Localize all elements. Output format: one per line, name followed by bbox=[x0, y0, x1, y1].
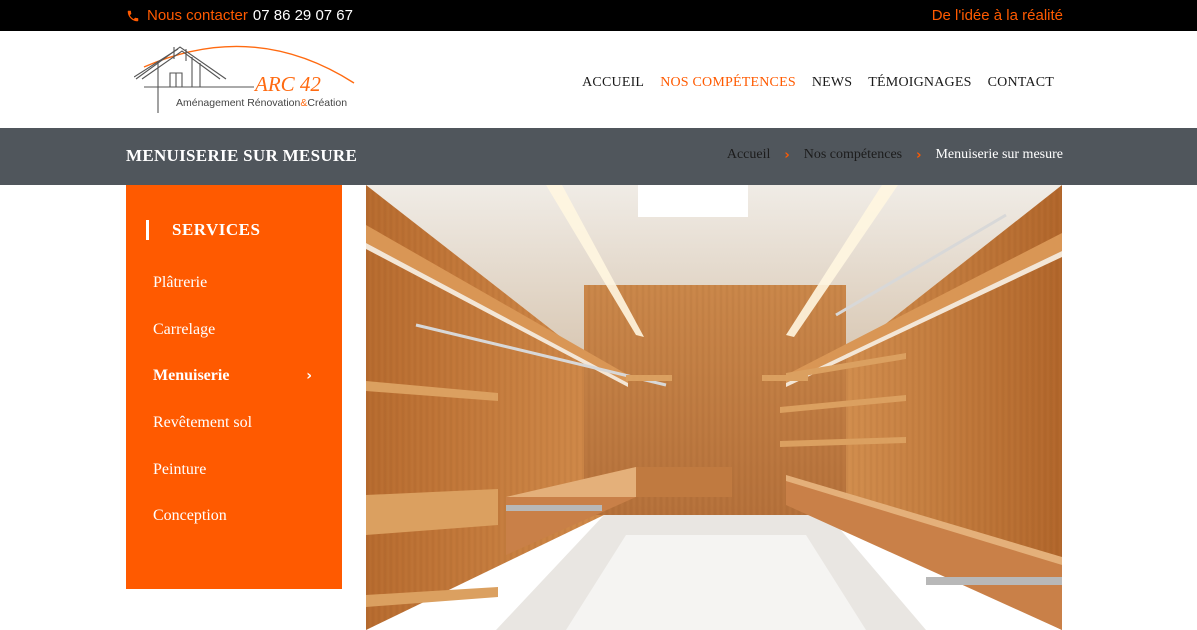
nav-accueil[interactable]: ACCUEIL bbox=[582, 75, 644, 91]
sidebar-heading: SERVICES bbox=[146, 220, 260, 240]
breadcrumb: Accueil › Nos compétences › Menuiserie s… bbox=[727, 147, 1063, 163]
services-list: Plâtrerie Carrelage Menuiserie › Revêteme… bbox=[153, 273, 328, 553]
breadcrumb-nos-competences[interactable]: Nos compétences bbox=[804, 147, 902, 163]
sidebar-item-platrerie[interactable]: Plâtrerie bbox=[153, 273, 328, 320]
sidebar-item-carrelage[interactable]: Carrelage bbox=[153, 320, 328, 367]
page-title: MENUISERIE SUR MESURE bbox=[126, 146, 358, 165]
sidebar-item-label: Peinture bbox=[153, 460, 207, 478]
chevron-right-icon: › bbox=[306, 368, 312, 385]
sidebar-item-label: Revêtement sol bbox=[153, 414, 253, 432]
site-header: ARC 42 Aménagement Rénovation&Création A… bbox=[0, 31, 1197, 128]
sidebar-item-conception[interactable]: Conception bbox=[153, 506, 328, 553]
nav-nos-competences[interactable]: NOS COMPÉTENCES bbox=[660, 75, 796, 91]
dressing-room-photo bbox=[366, 185, 1062, 630]
nav-temoignages[interactable]: TÉMOIGNAGES bbox=[868, 75, 971, 91]
phone-icon bbox=[127, 10, 139, 21]
services-sidebar: SERVICES Plâtrerie Carrelage Menuiserie ›… bbox=[126, 185, 342, 589]
phone-number[interactable]: 07 86 29 07 67 bbox=[253, 7, 353, 24]
sidebar-item-label: Carrelage bbox=[153, 320, 216, 338]
logo-brand: ARC 42 bbox=[255, 72, 321, 96]
sidebar-item-revetement-sol[interactable]: Revêtement sol bbox=[153, 413, 328, 460]
chevron-right-icon: › bbox=[916, 147, 922, 163]
tagline: De l'idée à la réalité bbox=[931, 7, 1063, 24]
contact-link[interactable]: Nous contacter 07 86 29 07 67 bbox=[126, 7, 353, 24]
nav-contact[interactable]: CONTACT bbox=[988, 75, 1054, 91]
sidebar-item-label: Menuiserie bbox=[153, 367, 230, 385]
top-bar: Nous contacter 07 86 29 07 67 De l'idée … bbox=[0, 0, 1197, 31]
breadcrumb-current: Menuiserie sur mesure bbox=[935, 147, 1063, 162]
contact-label: Nous contacter bbox=[147, 7, 248, 24]
main-nav: ACCUEIL NOS COMPÉTENCES NEWS TÉMOIGNAGES… bbox=[582, 75, 1054, 91]
logo-subtitle: Aménagement Rénovation&Création bbox=[176, 97, 348, 109]
sidebar-item-menuiserie[interactable]: Menuiserie › bbox=[153, 366, 328, 413]
chevron-right-icon: › bbox=[784, 147, 790, 163]
page-title-bar: MENUISERIE SUR MESURE Accueil › Nos comp… bbox=[0, 128, 1197, 185]
heading-bar bbox=[146, 220, 149, 240]
breadcrumb-accueil[interactable]: Accueil bbox=[727, 147, 771, 163]
nav-news[interactable]: NEWS bbox=[812, 75, 852, 91]
sidebar-item-label: Conception bbox=[153, 507, 227, 525]
logo[interactable]: ARC 42 Aménagement Rénovation&Création bbox=[134, 39, 360, 119]
sidebar-item-label: Plâtrerie bbox=[153, 274, 208, 292]
sidebar-item-peinture[interactable]: Peinture bbox=[153, 459, 328, 506]
sidebar-heading-label: SERVICES bbox=[172, 220, 261, 239]
